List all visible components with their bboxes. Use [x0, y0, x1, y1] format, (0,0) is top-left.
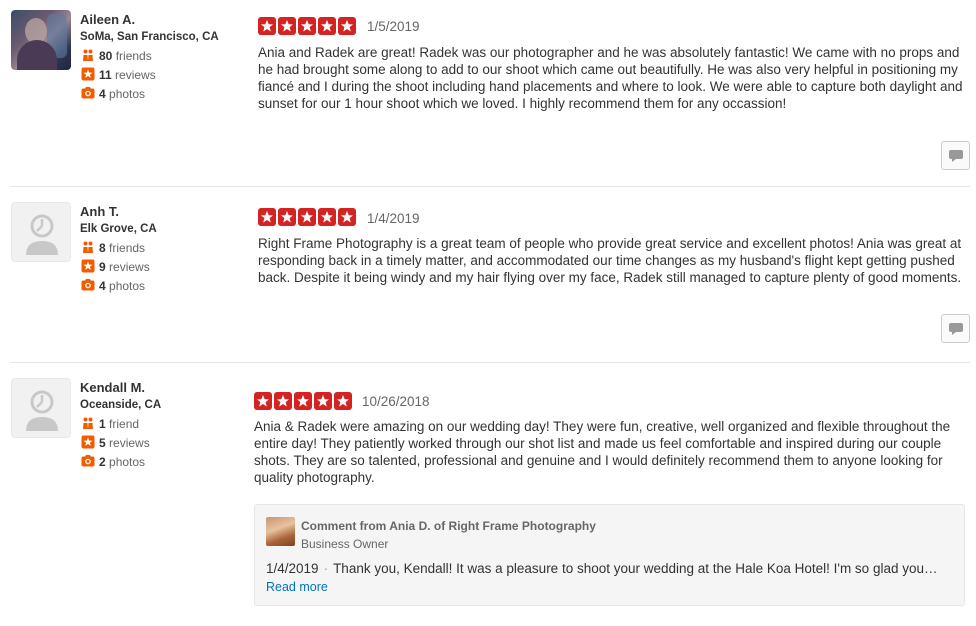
reviews-stat: 9 reviews [81, 259, 150, 275]
speech-bubble-icon [948, 322, 963, 335]
rating-stars [258, 208, 356, 226]
speech-bubble-icon [948, 149, 963, 162]
owner-comment-text: 1/4/2019 · Thank you, Kendall! It was a pl… [266, 560, 956, 596]
default-avatar[interactable] [11, 202, 71, 262]
review-text: Ania & Radek were amazing on our wedding… [254, 419, 951, 485]
friends-icon [83, 49, 93, 61]
star-icon [298, 208, 316, 226]
star-icon [338, 17, 356, 35]
friends-icon [83, 241, 93, 253]
photos-stat: 2 photos [81, 454, 145, 470]
user-name[interactable]: Aileen A. [80, 12, 135, 27]
review-text: Ania and Radek are great! Radek was our … [258, 45, 963, 111]
star-icon [294, 392, 312, 410]
star-icon [274, 392, 292, 410]
user-silhouette-icon [26, 390, 58, 431]
photos-stat: 4 photos [81, 278, 145, 294]
star-icon [314, 392, 332, 410]
user-name[interactable]: Kendall M. [80, 380, 145, 395]
owner-comment-date: 1/4/2019 [266, 561, 319, 576]
owner-role: Business Owner [301, 537, 389, 551]
photos-stat: 4 photos [81, 86, 145, 102]
user-name[interactable]: Anh T. [80, 204, 119, 219]
star-icon [258, 17, 276, 35]
user-silhouette-icon [26, 214, 58, 255]
owner-avatar[interactable] [266, 517, 295, 546]
star-icon [258, 208, 276, 226]
star-icon [318, 208, 336, 226]
star-icon [254, 392, 272, 410]
star-icon [298, 17, 316, 35]
reviews-stat: 11 reviews [81, 67, 156, 83]
reviews-stat: 5 reviews [81, 435, 150, 451]
star-icon [81, 259, 95, 273]
friends-icon [83, 417, 93, 429]
friends-stat: 8 friends [81, 240, 145, 256]
friends-stat: 1 friend [81, 416, 139, 432]
star-icon [81, 435, 95, 449]
business-owner-comment: Comment from Ania D. of Right Frame Phot… [254, 504, 965, 606]
review-item: Anh T. Elk Grove, CA 8 friends 9 reviews… [0, 187, 976, 362]
review-date: 1/5/2019 [367, 19, 420, 34]
camera-icon [81, 87, 95, 99]
camera-icon [81, 279, 95, 291]
review-item: Kendall M. Oceanside, CA 1 friend 5 revi… [0, 363, 976, 626]
comment-button[interactable] [941, 314, 970, 343]
user-location: SoMa, San Francisco, CA [80, 31, 219, 43]
user-location: Oceanside, CA [80, 399, 162, 411]
review-text: Right Frame Photography is a great team … [258, 236, 962, 285]
read-more-link[interactable]: Read more [266, 580, 328, 594]
comment-button[interactable] [941, 141, 970, 170]
owner-comment-body: Thank you, Kendall! It was a pleasure to… [333, 561, 938, 576]
star-icon [81, 67, 95, 81]
star-icon [334, 392, 352, 410]
default-avatar[interactable] [11, 378, 71, 438]
star-icon [278, 208, 296, 226]
camera-icon [81, 455, 95, 467]
star-icon [318, 17, 336, 35]
friends-stat: 80 friends [81, 48, 152, 64]
rating-stars [254, 392, 352, 410]
owner-comment-title: Comment from Ania D. of Right Frame Phot… [301, 519, 596, 533]
review-item: Aileen A. SoMa, San Francisco, CA 80 fri… [0, 0, 976, 186]
separator: · [323, 561, 329, 576]
user-location: Elk Grove, CA [80, 223, 157, 235]
user-avatar[interactable] [11, 10, 71, 70]
review-date: 1/4/2019 [367, 211, 420, 226]
review-date: 10/26/2018 [362, 394, 430, 409]
star-icon [278, 17, 296, 35]
star-icon [338, 208, 356, 226]
rating-stars [258, 17, 356, 35]
